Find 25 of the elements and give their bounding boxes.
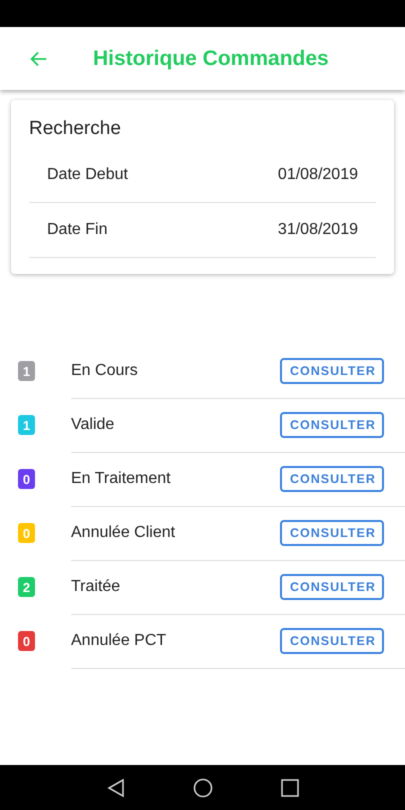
status-label: Valide xyxy=(71,416,114,434)
consult-button[interactable]: CONSULTER xyxy=(280,520,384,546)
status-label: Annulée PCT xyxy=(71,632,166,650)
recents-icon[interactable] xyxy=(280,778,298,796)
consult-button[interactable]: CONSULTER xyxy=(280,358,384,384)
date-field[interactable]: Date Debut 01/08/2019 xyxy=(29,148,376,203)
consult-button[interactable]: CONSULTER xyxy=(280,412,384,438)
consult-button[interactable]: CONSULTER xyxy=(280,574,384,600)
count-badge: 0 xyxy=(18,631,35,651)
date-field[interactable]: Date Fin 31/08/2019 xyxy=(29,203,376,258)
screen-title: Historique Commandes xyxy=(93,46,329,70)
count-badge: 0 xyxy=(18,469,35,489)
back-icon[interactable] xyxy=(106,778,124,798)
status-label: En Traitement xyxy=(71,470,171,488)
home-icon[interactable] xyxy=(192,778,212,798)
count-badge: 0 xyxy=(18,523,35,543)
count-badge: 2 xyxy=(18,577,35,597)
card-title: Recherche xyxy=(29,118,122,140)
count-badge: 1 xyxy=(18,415,35,435)
status-label: En Cours xyxy=(71,362,138,380)
consult-button[interactable]: CONSULTER xyxy=(280,628,384,654)
status-label: Annulée Client xyxy=(71,524,176,542)
count-badge: 1 xyxy=(18,361,35,381)
consult-button[interactable]: CONSULTER xyxy=(280,466,384,492)
status-label: Traitée xyxy=(71,578,120,596)
